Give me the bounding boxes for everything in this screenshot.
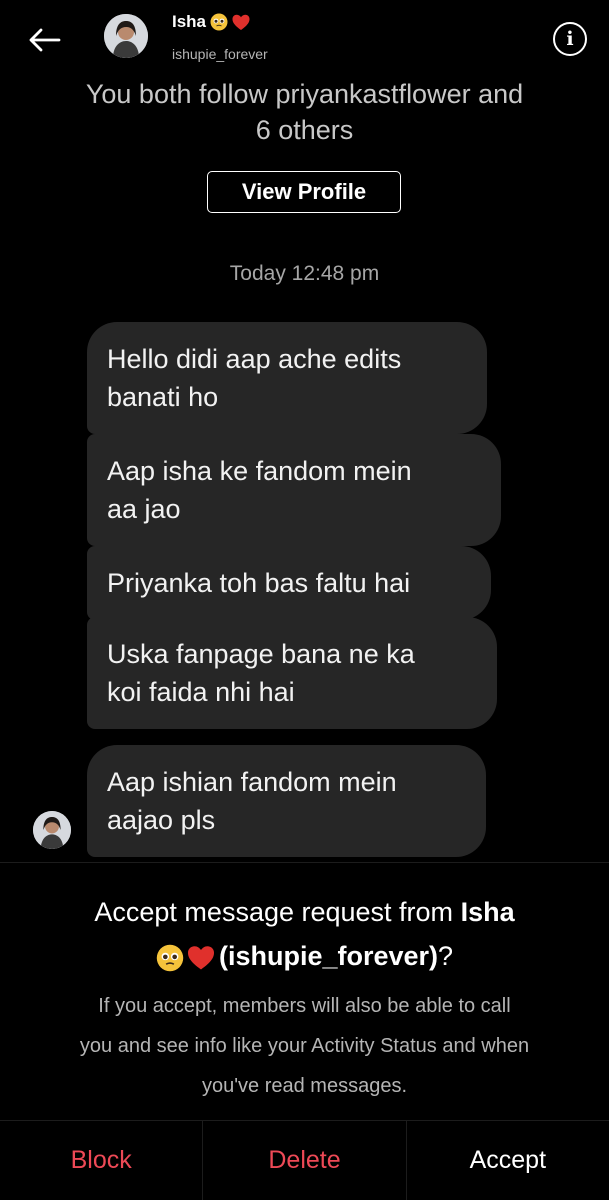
mutual-line-1: You both follow priyankastflower and — [85, 79, 524, 109]
divider — [0, 862, 609, 863]
message-line: Hello didi aap ache edits — [107, 344, 402, 374]
contact-name-text: Isha — [172, 12, 207, 31]
message-timestamp: Today 12:48 pm — [229, 262, 380, 285]
request-emojis — [156, 944, 215, 972]
request-title-name: Isha — [460, 897, 515, 927]
mutual-line-2: 6 others — [255, 115, 354, 145]
request-title-username: (ishupie_forever) — [218, 941, 439, 971]
message-line: Aap isha ke fandom mein — [107, 456, 412, 486]
request-desc-line: you've read messages. — [201, 1075, 408, 1097]
contact-name[interactable]: Isha — [172, 12, 250, 32]
pleading-face-icon — [210, 13, 228, 31]
message-bubble[interactable]: Uska fanpage bana ne ka koi faida nhi ha… — [87, 617, 497, 729]
accept-button[interactable]: Accept — [407, 1121, 609, 1200]
back-arrow-icon — [29, 28, 61, 52]
pleading-face-icon — [156, 944, 184, 972]
message-line: banati ho — [107, 382, 219, 412]
view-profile-button[interactable]: View Profile — [207, 171, 401, 213]
block-button[interactable]: Block — [0, 1121, 204, 1200]
message-line: Uska fanpage bana ne ka — [107, 639, 415, 669]
request-title-suffix: ? — [438, 941, 454, 971]
profile-avatar[interactable] — [104, 14, 148, 58]
request-description: If you accept, members will also be able… — [20, 986, 589, 1106]
red-heart-icon — [232, 14, 250, 30]
message-line: aajao pls — [107, 805, 216, 835]
message-line: aa jao — [107, 494, 181, 524]
message-line: Priyanka toh bas faltu hai — [107, 568, 411, 598]
request-desc-line: you and see info like your Activity Stat… — [79, 1035, 530, 1057]
message-bubble[interactable]: Hello didi aap ache edits banati ho — [87, 322, 487, 434]
contact-username[interactable]: ishupie_forever — [172, 46, 268, 62]
red-heart-icon — [187, 946, 214, 970]
request-action-bar: Block Delete Accept — [0, 1120, 609, 1200]
chat-header: Isha ishupie_forever i — [0, 0, 609, 72]
back-button[interactable] — [22, 22, 66, 58]
message-bubble[interactable]: Aap isha ke fandom mein aa jao — [87, 434, 501, 546]
sender-avatar[interactable] — [33, 811, 71, 849]
message-bubble[interactable]: Aap ishian fandom mein aajao pls — [87, 745, 486, 857]
message-bubble[interactable]: Priyanka toh bas faltu hai — [87, 546, 491, 620]
request-desc-line: If you accept, members will also be able… — [98, 995, 511, 1017]
delete-button[interactable]: Delete — [203, 1121, 407, 1200]
message-line: koi faida nhi hai — [107, 677, 295, 707]
info-icon: i — [566, 28, 574, 50]
info-button[interactable]: i — [553, 22, 587, 56]
mutual-followers-text: You both follow priyankastflower and 6 o… — [0, 76, 609, 148]
message-line: Aap ishian fandom mein — [107, 767, 397, 797]
request-title: Accept message request from Isha (ishupi… — [0, 890, 609, 978]
request-title-prefix: Accept message request from — [94, 897, 461, 927]
